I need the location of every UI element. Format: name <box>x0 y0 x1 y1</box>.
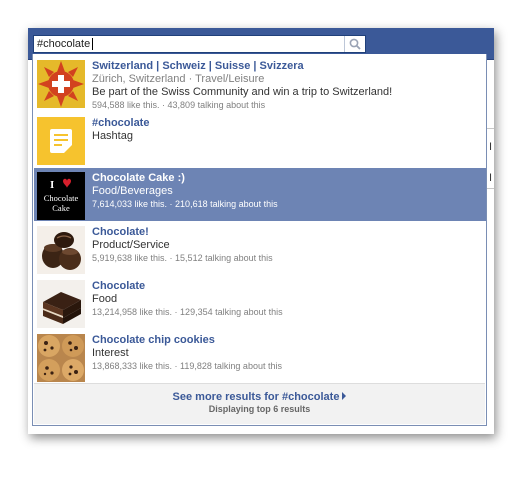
result-title: Chocolate! <box>92 226 149 238</box>
result-title: Chocolate Cake :) <box>92 172 185 184</box>
search-result-chocolate-chip-cookies[interactable]: Chocolate chip cookies Interest 13,868,3… <box>34 330 486 383</box>
background-text: I <box>488 141 492 153</box>
caret-right-icon <box>342 392 347 400</box>
result-description: Be part of the Swiss Community and win a… <box>92 86 393 98</box>
background-text: I <box>488 172 492 184</box>
search-results-footer: See more results for #chocolate Displayi… <box>34 383 485 424</box>
result-title: #chocolate <box>92 117 150 129</box>
result-stats: 5,919,638 like this. · 15,512 talking ab… <box>92 253 273 263</box>
result-title: Chocolate chip cookies <box>92 334 215 346</box>
results-count-label: Displaying top 6 results <box>208 404 311 414</box>
result-category: Product/Service <box>92 239 170 251</box>
logo-word: Cake <box>52 203 70 213</box>
hashtag-note-icon <box>37 117 85 165</box>
switzerland-page-thumbnail <box>37 60 85 108</box>
result-stats: 7,614,033 like this. · 210,618 talking a… <box>92 199 278 209</box>
result-location-category: Zürich, Switzerland · Travel/Leisure <box>92 73 265 85</box>
logo-word: Chocolate <box>44 193 79 203</box>
chocolate-cake-page-thumbnail: I Chocolate Cake <box>37 172 85 220</box>
result-title: Switzerland | Schweiz | Suisse | Svizzer… <box>92 60 304 72</box>
search-result-chocolate[interactable]: Chocolate Food 13,214,958 like this. · 1… <box>34 276 486 329</box>
search-icon <box>349 38 361 50</box>
result-category: Food <box>92 293 118 305</box>
search-result-hashtag-chocolate[interactable]: #chocolate Hashtag <box>34 113 486 166</box>
search-box <box>33 35 366 53</box>
search-button[interactable] <box>344 36 365 52</box>
chocolate-cake-slice-photo <box>37 280 85 328</box>
logo-letter: I <box>50 179 54 191</box>
search-result-chocolate-cake[interactable]: I Chocolate Cake Chocolate Cake :) Food/… <box>34 168 486 221</box>
result-category: Hashtag <box>92 130 133 142</box>
see-more-label: See more results for #chocolate <box>172 391 340 403</box>
result-stats: 13,214,958 like this. · 129,354 talking … <box>92 307 283 317</box>
see-more-results-link[interactable]: See more results for #chocolate <box>34 391 485 403</box>
chocolate-truffles-photo <box>37 226 85 274</box>
text-caret <box>92 38 93 50</box>
search-result-switzerland[interactable]: Switzerland | Schweiz | Suisse | Svizzer… <box>34 56 486 110</box>
search-result-chocolate-exclaim[interactable]: Chocolate! Product/Service 5,919,638 lik… <box>34 222 486 275</box>
search-results-dropdown: Switzerland | Schweiz | Suisse | Svizzer… <box>32 54 487 426</box>
result-category: Food/Beverages <box>92 185 173 197</box>
search-input[interactable] <box>34 36 349 52</box>
result-title: Chocolate <box>92 280 146 292</box>
result-category: Interest <box>92 347 129 359</box>
result-stats: 13,868,333 like this. · 119,828 talking … <box>92 361 282 371</box>
result-stats: 594,588 like this. · 43,809 talking abou… <box>92 100 266 110</box>
cookies-photo <box>37 334 85 382</box>
